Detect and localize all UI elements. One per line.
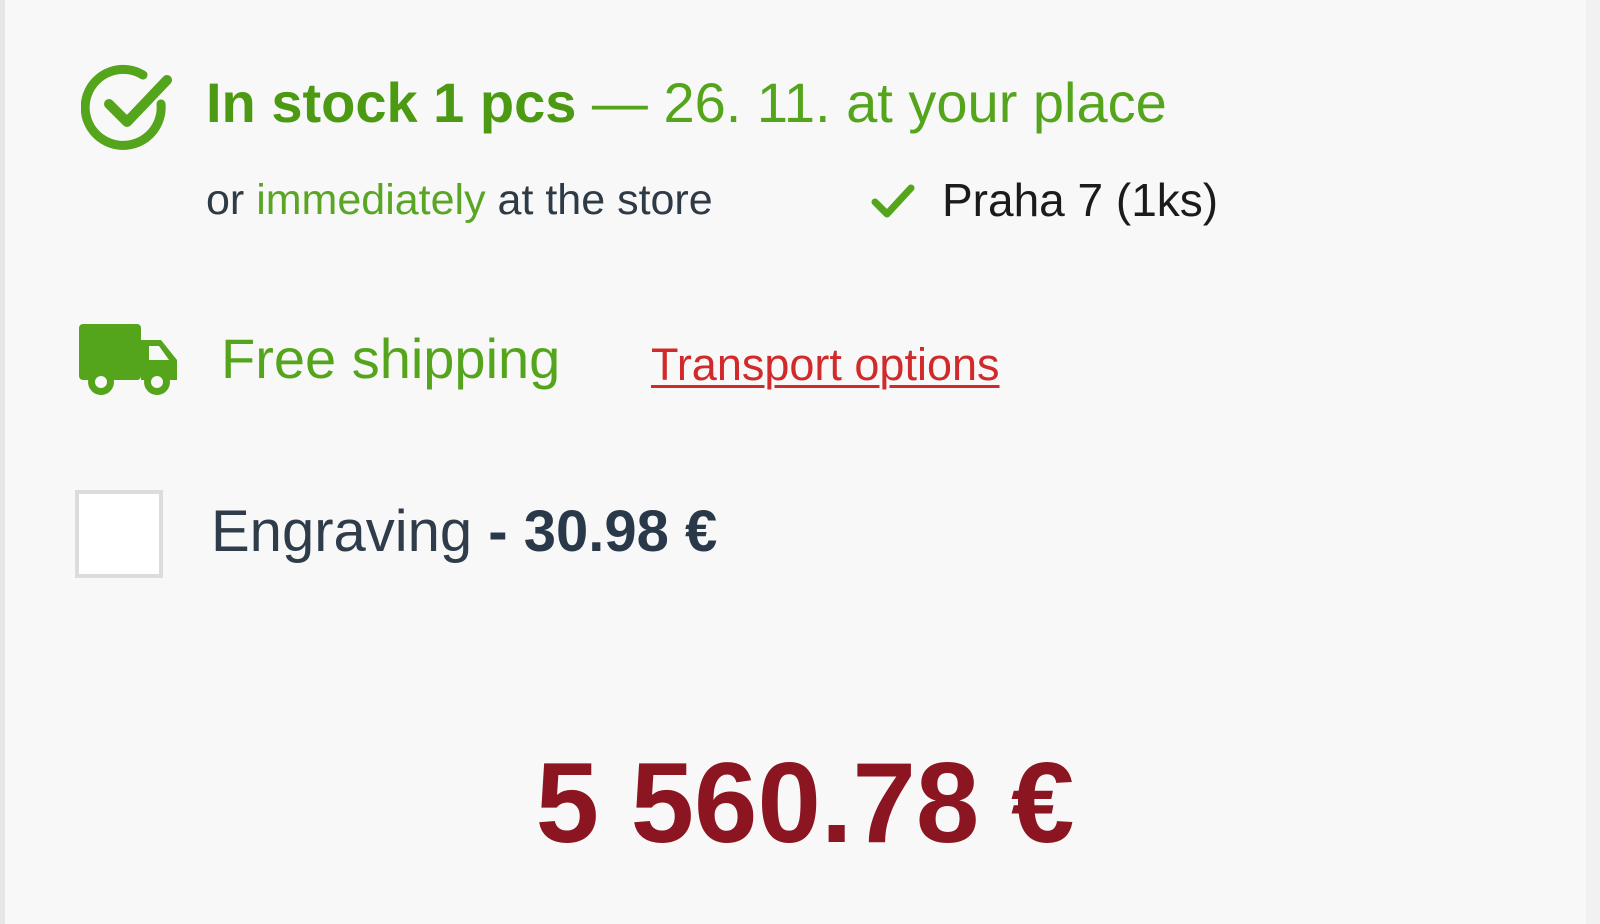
store-name: Praha 7 (1ks) bbox=[942, 174, 1219, 226]
truck-icon bbox=[79, 324, 177, 395]
check-circle-icon bbox=[81, 64, 172, 150]
free-shipping-label: Free shipping bbox=[221, 327, 561, 390]
stock-count: In stock 1 pcs bbox=[206, 71, 577, 134]
engraving-checkbox[interactable] bbox=[75, 490, 163, 578]
check-icon bbox=[871, 184, 915, 218]
delivery-date: — 26. 11. at your place bbox=[576, 71, 1167, 134]
store-availability: or immediately at the store bbox=[206, 172, 713, 228]
engraving-option[interactable]: Engraving - 30.98 € bbox=[211, 496, 717, 568]
engraving-price: - 30.98 € bbox=[472, 499, 718, 564]
stock-status: In stock 1 pcs — 26. 11. at your place bbox=[206, 68, 1167, 138]
store-suffix: at the store bbox=[485, 176, 713, 224]
store-immediately: immediately bbox=[256, 176, 486, 224]
store-prefix: or bbox=[206, 176, 257, 224]
transport-options-link[interactable]: Transport options bbox=[651, 337, 1000, 393]
total-price: 5 560.78 € bbox=[535, 740, 1075, 867]
product-availability-panel: In stock 1 pcs — 26. 11. at your place o… bbox=[0, 0, 1600, 924]
engraving-label: Engraving bbox=[211, 499, 473, 564]
